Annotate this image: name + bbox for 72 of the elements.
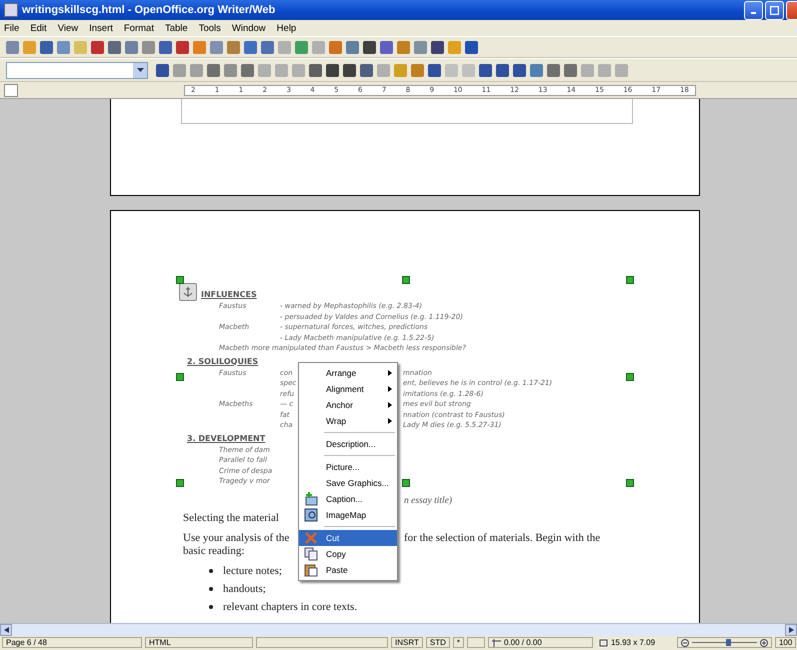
minimize-button[interactable] [744,0,763,20]
list-item: relevant chapters in core texts. [223,601,358,613]
menu-item[interactable]: File [4,22,20,34]
zoom-out-icon[interactable] [680,638,689,646]
menu-item[interactable]: Cut [299,530,397,546]
submenu-arrow-icon [388,418,392,424]
selection-handle[interactable] [402,276,410,284]
selection-handle[interactable] [626,373,634,381]
window-title: writingskillscg.html - OpenOffice.org Writer/Web [22,4,276,16]
bullet-icon [209,587,213,591]
menu-item[interactable]: Save Graphics... [299,475,397,491]
section-heading: INFLUENCES [201,290,258,299]
menu-item[interactable]: Caption... [299,491,397,507]
paragraph: basic reading: [183,545,244,557]
menu-item[interactable]: Description... [299,436,397,452]
paragraph: Use your analysis of the [183,532,290,544]
submenu-arrow-icon [388,402,392,408]
bullet-icon [209,605,213,609]
menu-item[interactable]: Anchor [299,397,397,413]
menu-item[interactable]: Window [232,22,266,34]
modified-indicator: * [452,637,464,648]
zoom-in-icon[interactable] [760,638,768,646]
horizontal-scrollbar[interactable] [0,623,797,636]
paragraph: Selecting the material [183,512,279,524]
selection-handle[interactable] [176,373,184,381]
position-icon [492,638,501,646]
status-field [466,637,485,648]
menu-item[interactable]: ImageMap [299,507,397,523]
submenu-arrow-icon [388,370,392,376]
menu-item[interactable]: Paste [299,562,397,578]
size-icon [598,638,608,646]
selection-handle[interactable] [176,479,184,487]
menu-item[interactable]: Edit [30,22,47,34]
menu-item[interactable]: Wrap [299,413,397,429]
caption-text: n essay title) [404,496,452,506]
menu-item[interactable]: Table [164,22,188,34]
menu-item[interactable]: Help [276,22,296,34]
maximize-button[interactable] [765,0,784,20]
selection-handle[interactable] [626,479,634,487]
zoom-level: 100 [774,637,796,648]
app-icon [4,3,18,17]
menu-item[interactable]: Alignment [299,381,397,397]
list-item: lecture notes; [223,565,282,577]
selection-handle[interactable] [626,276,634,284]
paragraph: for the selection of materials. Begin with the [404,532,600,544]
position-display: 0.00 / 0.00 [488,637,593,648]
caption-icon [304,492,318,506]
menu-item[interactable]: Copy [299,546,397,562]
selection-handle[interactable] [402,479,410,487]
section-heading: 3. DEVELOPMENT [187,434,266,442]
submenu-arrow-icon [388,386,392,392]
menu-item[interactable]: Format [124,22,154,34]
list-item: handouts; [223,583,266,595]
selection-handle[interactable] [176,276,184,284]
document-mode: HTML [145,637,253,648]
font-name-field[interactable] [6,62,148,78]
selection-mode[interactable]: STD [426,637,450,648]
close-button[interactable] [786,0,797,20]
menu-item[interactable]: Insert [89,22,113,34]
bullet-icon [209,569,213,573]
tab-stop-icon[interactable] [4,84,18,96]
page-indicator: Page 6 / 48 [2,637,142,648]
menu-item[interactable]: Picture... [299,459,397,475]
maximize-icon [770,6,779,14]
section-heading: 2. SOLILOQUIES [187,356,260,366]
scroll-right-icon[interactable] [785,624,797,636]
insert-mode[interactable]: INSRT [391,637,423,648]
size-display: 15.93 x 7.09 [596,637,674,648]
scroll-left-icon[interactable] [0,624,12,636]
menu-item[interactable]: Tools [198,22,221,34]
menu-item[interactable]: Arrange [299,365,397,381]
menu-item[interactable]: View [58,22,78,34]
